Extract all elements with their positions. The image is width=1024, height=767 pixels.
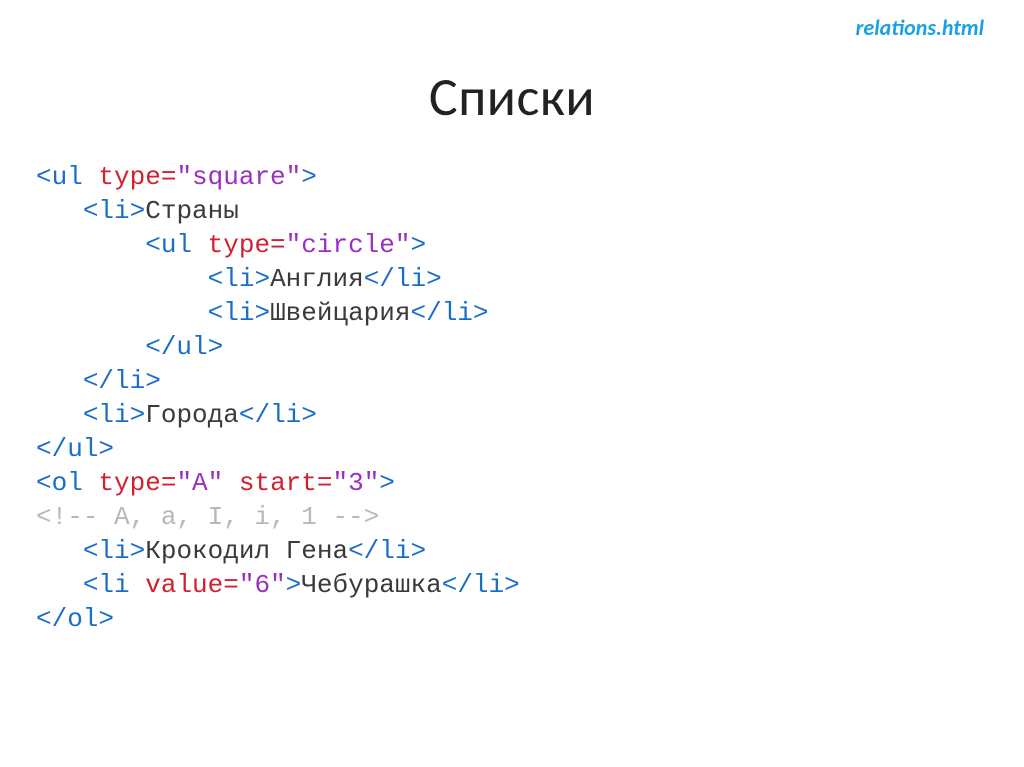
tag-close: </ol> bbox=[36, 604, 114, 634]
code-line: <li value="6">Чебурашка</li> bbox=[83, 570, 520, 600]
tag-open: <ul bbox=[145, 230, 207, 260]
attr-name: value= bbox=[145, 570, 239, 600]
tag-open: <li> bbox=[83, 400, 145, 430]
attr-value: "circle" bbox=[286, 230, 411, 260]
tag-open: <li> bbox=[208, 264, 270, 294]
tag-close: </li> bbox=[348, 536, 426, 566]
tag-close: > bbox=[301, 162, 317, 192]
tag-close: </li> bbox=[239, 400, 317, 430]
attr-name: type= bbox=[98, 162, 176, 192]
tag-open: <ul bbox=[36, 162, 98, 192]
code-line: <li>Англия</li> bbox=[208, 264, 442, 294]
attr-value: "A" bbox=[176, 468, 238, 498]
code-line: </ul> bbox=[145, 332, 223, 362]
code-line: </ul> bbox=[36, 434, 114, 464]
text: Чебурашка bbox=[301, 570, 441, 600]
attr-name: type= bbox=[98, 468, 176, 498]
attr-name: start= bbox=[239, 468, 333, 498]
tag-close: </li> bbox=[83, 366, 161, 396]
tag-close: </li> bbox=[364, 264, 442, 294]
attr-value: "square" bbox=[176, 162, 301, 192]
attr-name: type= bbox=[208, 230, 286, 260]
code-line: <ul type="circle"> bbox=[145, 230, 426, 260]
page-title: Списки bbox=[0, 64, 1024, 130]
tag-close: </ul> bbox=[36, 434, 114, 464]
tag-open: <li> bbox=[208, 298, 270, 328]
comment: <!-- A, a, I, i, 1 --> bbox=[36, 502, 379, 532]
attr-value: "3" bbox=[332, 468, 379, 498]
text: Крокодил Гена bbox=[145, 536, 348, 566]
code-line: <ol type="A" start="3"> bbox=[36, 468, 395, 498]
text: Англия bbox=[270, 264, 364, 294]
attr-value: "6" bbox=[239, 570, 286, 600]
tag-open: <ol bbox=[36, 468, 98, 498]
slide: relations.html Списки <ul type="square">… bbox=[0, 0, 1024, 767]
tag-open: <li> bbox=[83, 196, 145, 226]
code-line: <!-- A, a, I, i, 1 --> bbox=[36, 502, 379, 532]
code-line: <li>Швейцария</li> bbox=[208, 298, 489, 328]
code-line: <li>Крокодил Гена</li> bbox=[83, 536, 426, 566]
tag-close: </li> bbox=[442, 570, 520, 600]
filename-label: relations.html bbox=[856, 14, 984, 41]
code-line: <li>Города</li> bbox=[83, 400, 317, 430]
text: Города bbox=[145, 400, 239, 430]
code-line: <li>Страны bbox=[83, 196, 239, 226]
text: Швейцария bbox=[270, 298, 410, 328]
code-block: <ul type="square"> <li>Страны <ul type="… bbox=[36, 160, 520, 636]
tag-open: <li> bbox=[83, 536, 145, 566]
code-line: </ol> bbox=[36, 604, 114, 634]
code-line: <ul type="square"> bbox=[36, 162, 317, 192]
tag-close: > bbox=[379, 468, 395, 498]
code-line: </li> bbox=[83, 366, 161, 396]
tag-close: > bbox=[410, 230, 426, 260]
tag-close: > bbox=[286, 570, 302, 600]
tag-close: </ul> bbox=[145, 332, 223, 362]
text: Страны bbox=[145, 196, 239, 226]
tag-close: </li> bbox=[411, 298, 489, 328]
tag-open: <li bbox=[83, 570, 145, 600]
